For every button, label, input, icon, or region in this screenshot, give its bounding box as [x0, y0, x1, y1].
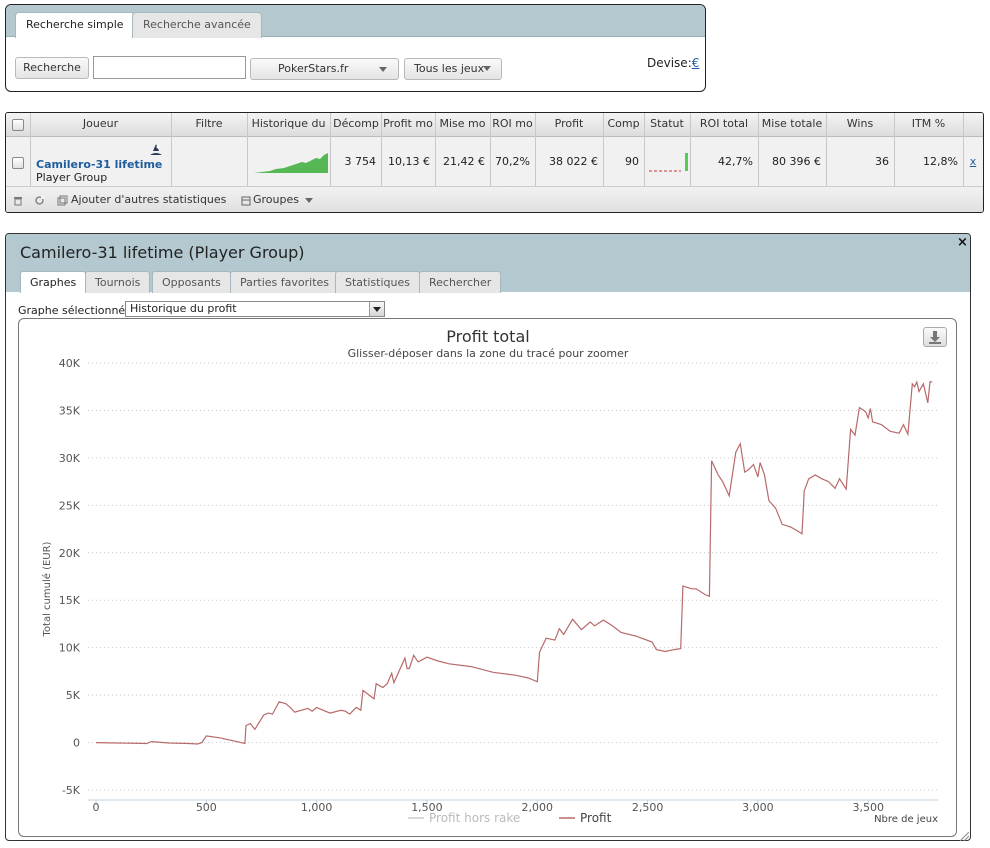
chart-series [95, 380, 933, 745]
x-tick-label: 500 [196, 801, 217, 814]
profit-chart[interactable]: Profit total Glisser-déposer dans la zon… [0, 0, 990, 848]
y-tick-label: 40K [59, 357, 81, 370]
y-axis: -5K 0 5K 10K 15K 20K 25K 30K 35K 40K [59, 357, 81, 797]
y-tick-label: 35K [59, 404, 81, 417]
y-tick-label: -5K [62, 784, 81, 797]
x-tick-label: 3,000 [742, 801, 774, 814]
x-tick-label: 2,000 [522, 801, 554, 814]
chart-legend[interactable]: Profit hors rake Profit [408, 811, 612, 825]
x-tick-label: 1,000 [301, 801, 333, 814]
y-tick-label: 25K [59, 499, 81, 512]
series-line-profit [95, 380, 933, 745]
y-tick-label: 30K [59, 452, 81, 465]
legend-item: Profit hors rake [429, 811, 520, 825]
y-tick-label: 0 [73, 737, 80, 750]
x-axis-label: Nbre de jeux [874, 814, 938, 825]
y-tick-label: 20K [59, 547, 81, 560]
y-tick-label: 15K [59, 594, 81, 607]
y-axis-label: Total cumulé (EUR) [41, 541, 53, 637]
x-tick-label: 3,500 [852, 801, 884, 814]
chart-title: Profit total [446, 327, 529, 346]
x-tick-label: 2,500 [632, 801, 664, 814]
chart-subtitle: Glisser-déposer dans la zone du tracé po… [348, 347, 629, 360]
x-tick-label: 0 [93, 801, 100, 814]
y-tick-label: 5K [66, 689, 81, 702]
resize-grip-icon[interactable] [960, 832, 969, 841]
y-tick-label: 10K [59, 642, 81, 655]
legend-item: Profit [580, 811, 612, 825]
chart-grid [88, 362, 938, 791]
